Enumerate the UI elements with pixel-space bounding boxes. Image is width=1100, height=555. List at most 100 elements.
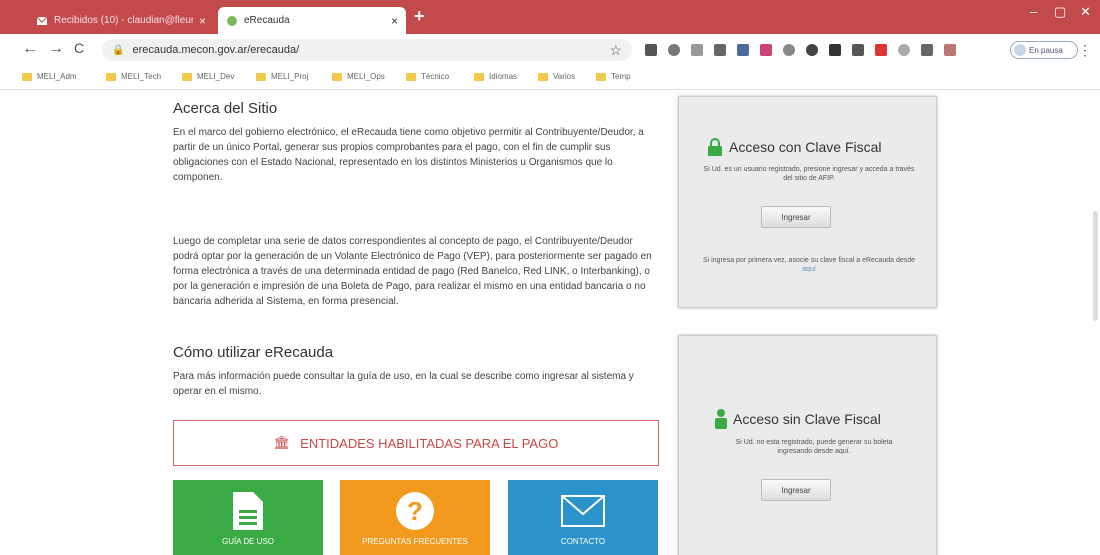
sin-clave-text: Si Ud. no esta registrado, puede generar… (735, 439, 893, 455)
extension-icon[interactable] (714, 44, 726, 56)
avatar (1014, 44, 1026, 56)
document-icon (233, 492, 263, 530)
bookmark-folder[interactable]: MELI_Proj (256, 72, 308, 81)
extension-icon[interactable] (737, 44, 749, 56)
extension-icon[interactable] (691, 44, 703, 56)
maximize-icon[interactable]: ▢ (1054, 4, 1066, 20)
bookmark-label: MELI_Tech (121, 72, 162, 81)
tab-erecauda[interactable]: eRecauda × (218, 7, 406, 34)
question-icon: ? (396, 492, 434, 530)
menu-icon[interactable]: ⋮ (1078, 42, 1092, 59)
address-bar[interactable]: 🔒 erecauda.mecon.gov.ar/erecauda/ ☆ (102, 39, 632, 61)
bookmark-label: MELI_Dev (197, 72, 235, 81)
extension-icon[interactable] (921, 44, 933, 56)
extension-icon[interactable] (645, 44, 657, 56)
envelope-icon (561, 495, 605, 527)
howto-title: Cómo utilizar eRecauda (173, 344, 334, 361)
bookmark-star-icon[interactable]: ☆ (609, 42, 622, 59)
entidades-habilitadas-button[interactable]: 🏛 ENTIDADES HABILITADAS PARA EL PAGO (173, 420, 659, 466)
bookmark-folder[interactable]: MELI_Adm (22, 72, 77, 81)
lock-icon: 🔒 (112, 44, 125, 56)
aqui-link[interactable]: aquí (802, 266, 816, 273)
bookmark-folder[interactable]: Temp (596, 72, 631, 81)
bookmark-folder[interactable]: Varios (538, 72, 575, 81)
bookmark-label: MELI_Adm (37, 72, 77, 81)
bookmark-folder[interactable]: MELI_Dev (182, 72, 234, 81)
gmail-icon (36, 16, 48, 25)
con-clave-title: Acceso con Clave Fiscal (729, 139, 882, 155)
folder-icon (332, 72, 342, 81)
tile-label: GUÍA DE USO (221, 537, 274, 546)
extension-icon[interactable] (783, 44, 795, 56)
sin-clave-title-row: Acceso sin Clave Fiscal (715, 409, 881, 429)
close-window-icon[interactable]: ✕ (1080, 4, 1091, 20)
close-tab-icon[interactable]: × (391, 14, 398, 28)
acceso-sin-clave-card: Acceso sin Clave Fiscal Si Ud. no esta r… (678, 335, 937, 555)
con-clave-text: Si Ud. es un usuario registrado, presion… (703, 166, 915, 182)
extension-icon[interactable] (852, 44, 864, 56)
con-clave-note-text: Si ingresa por primera vez, asocie su cl… (702, 257, 916, 264)
user-icon (715, 409, 727, 429)
bookmark-label: Idiomas (489, 72, 518, 81)
new-tab-button[interactable]: + (414, 6, 425, 27)
con-clave-title-row: Acceso con Clave Fiscal (707, 137, 882, 157)
bookmarks-bar: MELI_Adm MELI_Tech MELI_Dev MELI_Proj ME… (0, 66, 1100, 90)
tab-label: Recibidos (10) - claudian@fleur (54, 15, 193, 26)
ingresar-con-clave-button[interactable]: Ingresar (761, 206, 831, 228)
folder-icon (406, 72, 416, 81)
preguntas-frecuentes-tile[interactable]: ? PREGUNTAS FRECUENTES (340, 480, 490, 555)
ingresar-sin-clave-button[interactable]: Ingresar (761, 479, 831, 501)
forward-icon[interactable]: → (48, 40, 64, 58)
folder-icon (256, 72, 266, 81)
extension-icon[interactable] (760, 44, 772, 56)
bookmark-label: MELI_Ops (347, 72, 385, 81)
about-paragraph-1: En el marco del gobierno electrónico, el… (173, 127, 644, 183)
bookmark-folder[interactable]: Idiomas (474, 72, 517, 81)
extension-icon[interactable] (944, 44, 956, 56)
acceso-con-clave-card: Acceso con Clave Fiscal Si Ud. es un usu… (678, 96, 937, 308)
url-text: erecauda.mecon.gov.ar/erecauda/ (132, 44, 300, 56)
about-paragraph-2: Luego de completar una serie de datos co… (173, 236, 652, 307)
erecauda-favicon-icon (227, 15, 237, 26)
minimize-icon[interactable]: – (1030, 4, 1037, 19)
profile-pause-button[interactable]: En pausa (1010, 41, 1078, 59)
folder-icon (538, 72, 548, 81)
guia-de-uso-tile[interactable]: GUÍA DE USO (173, 480, 323, 555)
sin-clave-title: Acceso sin Clave Fiscal (733, 411, 881, 427)
tile-label: PREGUNTAS FRECUENTES (362, 537, 468, 546)
extension-icon[interactable] (875, 44, 887, 56)
svg-text:?: ? (407, 496, 423, 526)
back-icon[interactable]: ← (22, 40, 38, 58)
entidades-label: ENTIDADES HABILITADAS PARA EL PAGO (300, 435, 559, 451)
bookmark-folder[interactable]: Técnico (406, 72, 449, 81)
bookmark-label: Temp (611, 72, 631, 81)
tab-gmail[interactable]: Recibidos (10) - claudian@fleur × (28, 7, 214, 34)
close-tab-icon[interactable]: × (199, 14, 206, 28)
reload-icon[interactable]: C (74, 40, 84, 56)
folder-icon (106, 72, 116, 81)
folder-icon (474, 72, 484, 81)
con-clave-note: Si ingresa por primera vez, asocie su cl… (699, 256, 919, 274)
bookmark-label: Técnico (421, 72, 450, 81)
page-content: Acerca del Sitio En el marco del gobiern… (0, 91, 1100, 555)
bookmark-folder[interactable]: MELI_Ops (332, 72, 385, 81)
extension-icon[interactable] (829, 44, 841, 56)
bookmark-label: MELI_Proj (271, 72, 309, 81)
extension-icon[interactable] (668, 44, 680, 56)
tab-label: eRecauda (244, 15, 290, 26)
folder-icon (22, 72, 32, 81)
page-scrollbar[interactable] (1090, 91, 1100, 555)
extension-icon[interactable] (806, 44, 818, 56)
extension-icon[interactable] (898, 44, 910, 56)
browser-tab-bar: Recibidos (10) - claudian@fleur × eRecau… (0, 0, 1100, 34)
folder-icon (596, 72, 606, 81)
howto-paragraph: Para más información puede consultar la … (173, 371, 634, 397)
contacto-tile[interactable]: CONTACTO (508, 480, 658, 555)
browser-toolbar: ← → C 🔒 erecauda.mecon.gov.ar/erecauda/ … (0, 34, 1100, 66)
tile-label: CONTACTO (560, 537, 606, 546)
folder-icon (182, 72, 192, 81)
scrollbar-thumb[interactable] (1093, 211, 1098, 321)
bank-icon: 🏛 (273, 435, 291, 450)
bookmark-label: Varios (553, 72, 576, 81)
bookmark-folder[interactable]: MELI_Tech (106, 72, 161, 81)
